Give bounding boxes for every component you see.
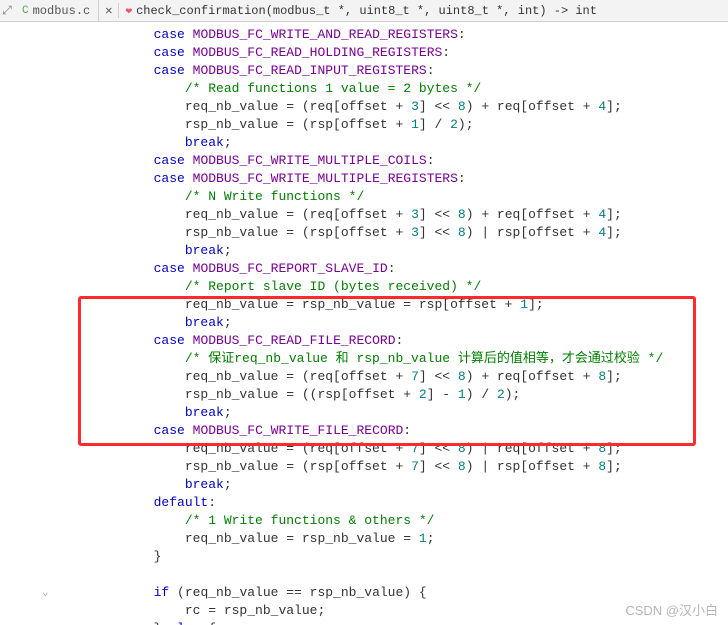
code-line[interactable]: /* Read functions 1 value = 2 bytes */ <box>60 80 728 98</box>
code-line[interactable]: req_nb_value = (req[offset + 7] << 8) | … <box>60 440 728 458</box>
c-file-icon: C <box>22 5 29 17</box>
file-tab[interactable]: C modbus.c <box>14 0 99 21</box>
code-line[interactable]: req_nb_value = rsp_nb_value = rsp[offset… <box>60 296 728 314</box>
gutter: ⌄⌄⌄ <box>0 22 56 625</box>
code-line[interactable]: /* Report slave ID (bytes received) */ <box>60 278 728 296</box>
code-line[interactable]: break; <box>60 476 728 494</box>
code-line[interactable]: req_nb_value = (req[offset + 3] << 8) + … <box>60 206 728 224</box>
code-line[interactable]: case MODBUS_FC_WRITE_MULTIPLE_COILS: <box>60 152 728 170</box>
code-line[interactable]: /* 1 Write functions & others */ <box>60 512 728 530</box>
code-area[interactable]: case MODBUS_FC_WRITE_AND_READ_REGISTERS:… <box>60 26 728 625</box>
close-icon[interactable]: ✕ <box>99 3 119 18</box>
watermark: CSDN @汉小白 <box>625 600 718 619</box>
code-line[interactable]: } else { <box>60 620 728 625</box>
code-line[interactable]: rsp_nb_value = (rsp[offset + 7] << 8) | … <box>60 458 728 476</box>
fold-toggle-icon[interactable]: ⌄ <box>42 620 49 625</box>
function-icon: ❤ <box>125 4 132 18</box>
file-name: modbus.c <box>33 4 91 18</box>
code-line[interactable]: req_nb_value = rsp_nb_value = 1; <box>60 530 728 548</box>
code-line[interactable]: } <box>60 548 728 566</box>
code-line[interactable]: case MODBUS_FC_READ_FILE_RECORD: <box>60 332 728 350</box>
code-line[interactable]: req_nb_value = (req[offset + 3] << 8) + … <box>60 98 728 116</box>
code-line[interactable]: case MODBUS_FC_REPORT_SLAVE_ID: <box>60 260 728 278</box>
code-line[interactable]: req_nb_value = (req[offset + 7] << 8) + … <box>60 368 728 386</box>
code-editor[interactable]: ⌄⌄⌄ case MODBUS_FC_WRITE_AND_READ_REGIST… <box>0 22 728 625</box>
code-line[interactable]: rsp_nb_value = (rsp[offset + 3] << 8) | … <box>60 224 728 242</box>
code-line[interactable] <box>60 566 728 584</box>
code-line[interactable]: default: <box>60 494 728 512</box>
code-line[interactable]: rsp_nb_value = (rsp[offset + 1] / 2); <box>60 116 728 134</box>
code-line[interactable]: case MODBUS_FC_READ_INPUT_REGISTERS: <box>60 62 728 80</box>
code-line[interactable]: break; <box>60 314 728 332</box>
code-line[interactable]: case MODBUS_FC_WRITE_FILE_RECORD: <box>60 422 728 440</box>
code-line[interactable]: case MODBUS_FC_WRITE_AND_READ_REGISTERS: <box>60 26 728 44</box>
code-line[interactable]: break; <box>60 404 728 422</box>
code-line[interactable]: break; <box>60 242 728 260</box>
title-bar: ⤢ C modbus.c ✕ ❤ check_confirmation(modb… <box>0 0 728 22</box>
code-line[interactable]: rsp_nb_value = ((rsp[offset + 2] - 1) / … <box>60 386 728 404</box>
fold-toggle-icon[interactable]: ⌄ <box>42 584 49 602</box>
code-line[interactable]: /* N Write functions */ <box>60 188 728 206</box>
code-line[interactable]: break; <box>60 134 728 152</box>
code-line[interactable]: case MODBUS_FC_READ_HOLDING_REGISTERS: <box>60 44 728 62</box>
pin-icon[interactable]: ⤢ <box>0 4 14 18</box>
code-line[interactable]: case MODBUS_FC_WRITE_MULTIPLE_REGISTERS: <box>60 170 728 188</box>
function-signature: check_confirmation(modbus_t *, uint8_t *… <box>136 4 597 18</box>
function-breadcrumb[interactable]: ❤ check_confirmation(modbus_t *, uint8_t… <box>119 4 603 18</box>
code-line[interactable]: /* 保证req_nb_value 和 rsp_nb_value 计算后的值相等… <box>60 350 728 368</box>
